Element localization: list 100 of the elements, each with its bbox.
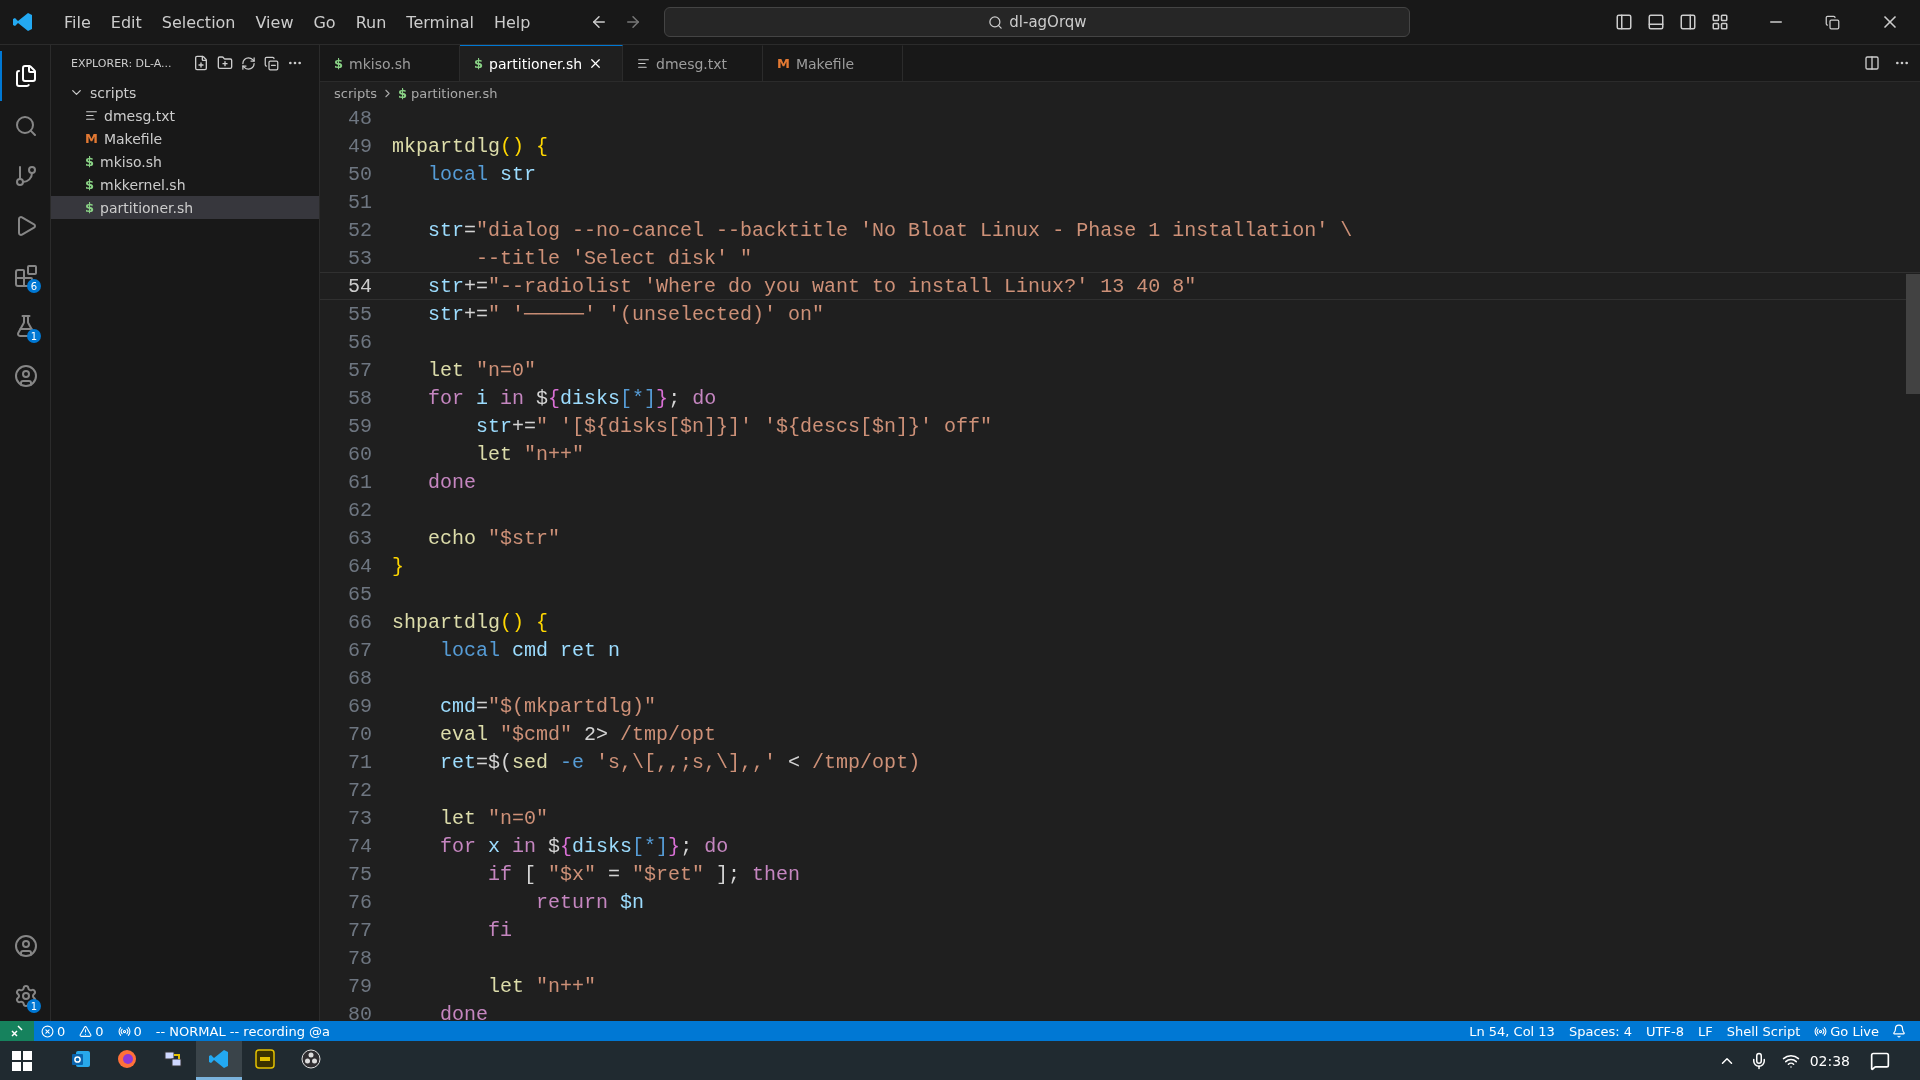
branch-icon [14,164,38,188]
activity-button[interactable]: 1 [0,301,50,351]
secondary-sidebar-icon[interactable] [1679,13,1697,31]
code-line: cmd="$(mkpartdlg)" [439,694,657,718]
warning-icon [79,1024,93,1038]
activity-button[interactable]: 1 [0,971,50,1021]
file-row[interactable]: $ mkkernel.sh [51,173,319,196]
dollar-icon: $ [85,200,95,215]
line-number: 51 [347,190,372,214]
layout-icon[interactable] [1711,13,1729,31]
menu-item[interactable]: Go [303,12,346,32]
code-line: mkpartdlg() { [392,134,549,158]
line-number: 64 [347,554,372,578]
taskbar-app[interactable] [196,1041,242,1080]
code-line: done [427,470,476,494]
status-item[interactable]: LF [1691,1023,1720,1039]
editor-tab[interactable]: $ partitioner.sh [460,45,623,81]
line-number: 65 [347,582,372,606]
refresh-icon[interactable] [241,55,256,71]
code-line: shpartdlg() { [392,610,549,634]
line-number: 58 [347,386,372,410]
line-number: 67 [347,638,372,662]
count-badge: 1 [27,329,41,343]
status-item[interactable]: Shell Script [1719,1023,1808,1039]
code-line: str+="--radiolist 'Where do you want to install Linux?' 13 40 8" [427,274,1197,298]
folder-row[interactable]: scripts [51,81,319,104]
activity-button[interactable]: 6 [0,251,50,301]
clock[interactable]: 02:38 [1799,1052,1860,1069]
dollar-icon: $ [334,56,344,71]
menu-item[interactable]: Edit [100,12,152,32]
status-item[interactable]: 0 [110,1023,149,1039]
computers-icon [162,1048,184,1070]
menu-item[interactable]: View [245,12,304,32]
breadcrumb-item[interactable]: partitioner.sh [411,85,498,101]
status-item[interactable]: Go Live [1807,1023,1886,1039]
code-line: str+=" '─────' '(unselected)' on" [427,302,825,326]
menu-item[interactable]: Selection [151,12,246,32]
new-file-icon[interactable] [193,55,209,71]
code-line: let "n++" [487,974,597,998]
file-row[interactable]: dmesg.txt [51,104,319,127]
status-item[interactable]: Ln 54, Col 13 [1462,1023,1562,1039]
file-row[interactable]: M Makefile [51,127,319,150]
line-number: 74 [347,834,372,858]
line-number: 52 [347,218,372,242]
windows-start-icon[interactable] [12,1050,32,1071]
error-icon [41,1024,54,1038]
m-icon: M [85,131,98,146]
line-number: 69 [347,694,372,718]
panel-toggle-icon[interactable] [1647,13,1665,31]
remote-button[interactable] [0,1021,34,1041]
code-line: str="dialog --no-cancel --backtitle 'No Bloat Linux - Phase 1 installation' \ [427,218,1353,242]
scp-icon [254,1048,276,1070]
dollar-icon: $ [85,154,95,169]
broadcast-icon [1814,1024,1828,1038]
code-line: for x in ${disks[*]}; do [439,834,729,858]
status-item[interactable]: 0 [72,1023,111,1039]
notification-icon[interactable] [1870,1050,1890,1071]
mail-app-icon [70,1048,92,1070]
line-number: 73 [347,806,372,830]
status-item[interactable]: UTF-8 [1639,1023,1691,1039]
restore-icon[interactable] [1825,14,1840,30]
breadcrumb-item[interactable]: scripts [334,85,377,101]
code-line: --title 'Select disk' " [475,246,753,270]
line-number: 77 [347,918,372,942]
menu-item[interactable]: Help [483,12,541,32]
code-line: str+=" '[${disks[$n]}]' '${descs[$n]}' off" [475,414,993,438]
menu-item[interactable]: File [54,12,101,32]
code-line: local cmd ret n [439,638,621,662]
m-icon: M [777,56,790,71]
menu-item[interactable]: Run [345,12,397,32]
file-row[interactable]: $ partitioner.sh [51,196,319,219]
line-number: 60 [347,442,372,466]
line-number: 48 [347,106,372,130]
status-item[interactable]: 0 [34,1023,73,1039]
status-item[interactable]: -- NORMAL -- recording @a [148,1023,338,1039]
line-number: 75 [347,862,372,886]
bell-icon[interactable] [1892,1024,1906,1038]
app-logo-icon [12,11,34,33]
line-number: 61 [347,470,372,494]
line-number: 71 [347,750,372,774]
line-number: 63 [347,526,372,550]
split-editor-icon[interactable] [1864,55,1880,71]
code-line: fi [487,918,513,942]
account-icon [14,934,38,958]
file-row[interactable]: $ mkiso.sh [51,150,319,173]
line-number: 76 [347,890,372,914]
new-folder-icon[interactable] [217,55,233,71]
line-number: 54 [347,274,372,298]
menu-item[interactable]: Terminal [396,12,484,32]
line-number: 79 [347,974,372,998]
line-number: 80 [347,1002,372,1021]
code-editor-icon [208,1048,230,1070]
scrollbar-thumb[interactable] [1906,274,1920,394]
collapse-icon[interactable] [264,55,279,71]
status-item[interactable]: Spaces: 4 [1561,1023,1640,1039]
code-line: let "n=0" [439,806,549,830]
sidebar-toggle-icon[interactable] [1615,13,1633,31]
command-center[interactable]: dl-agOrqw [664,7,1411,37]
code-line: } [392,554,404,578]
line-number: 78 [347,946,372,970]
